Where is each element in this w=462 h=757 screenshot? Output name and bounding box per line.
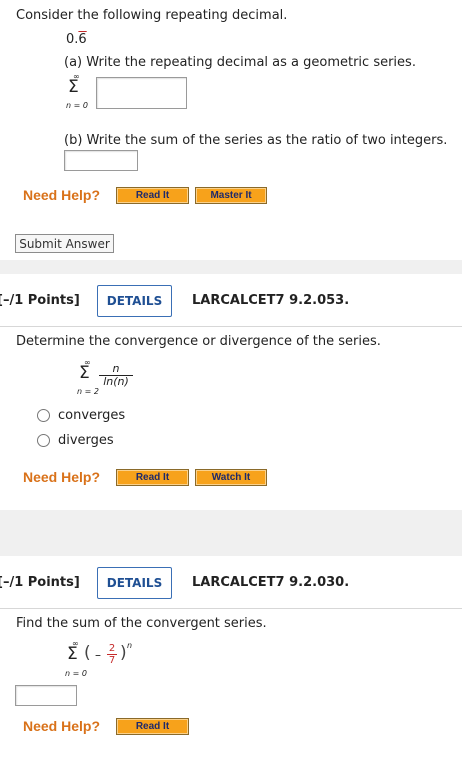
q1-part-a-label: (a) Write the repeating decimal as a geo… (64, 55, 416, 70)
decimal-whole: 0. (66, 32, 79, 47)
q1-part-b-label: (b) Write the sum of the series as the r… (64, 133, 448, 148)
q3-read-it-button[interactable]: Read It (116, 718, 189, 735)
q3-minus-sign: – (95, 648, 101, 662)
q1-read-it-button[interactable]: Read It (116, 187, 189, 204)
submit-answer-button[interactable]: Submit Answer (15, 234, 114, 253)
q3-sum-input[interactable] (15, 685, 77, 706)
q2-option-diverges-radio[interactable] (37, 434, 50, 447)
q3-open-paren: ( (84, 643, 91, 663)
q3-problem-code: LARCALCET7 9.2.030. (192, 575, 350, 590)
q2-prompt: Determine the convergence or divergence … (16, 334, 381, 349)
q2-denominator: ln(n) (99, 375, 133, 388)
q2-fraction: n ln(n) (99, 363, 133, 388)
q3-sum-lower: n = 0 (65, 669, 87, 678)
q1-prompt: Consider the following repeating decimal… (16, 8, 288, 23)
q2-header-divider (0, 326, 462, 327)
q3-need-help-label: Need Help? (23, 718, 101, 734)
q2-problem-code: LARCALCET7 9.2.053. (192, 293, 350, 308)
q3-exponent: n (127, 641, 133, 650)
q2-read-it-button[interactable]: Read It (116, 469, 189, 486)
q2-numerator: n (112, 362, 120, 375)
q3-close-paren: ) (120, 643, 127, 663)
q3-points: [–/1 Points] (0, 575, 80, 590)
q2-points: [–/1 Points] (0, 293, 80, 308)
q2-sum-lower: n = 2 (77, 387, 99, 396)
q3-details-button[interactable]: DETAILS (97, 567, 172, 599)
q2-need-help-label: Need Help? (23, 469, 101, 485)
q1-sum-lower: n = 0 (66, 101, 88, 110)
q1-series-input[interactable] (96, 77, 187, 109)
q2-option-converges-label[interactable]: converges (58, 408, 125, 423)
q2-option-diverges-label[interactable]: diverges (58, 433, 114, 448)
q1-ratio-input[interactable] (64, 150, 138, 171)
repeating-decimal: 0.6 (66, 32, 87, 47)
q3-frac-numerator: 2 (108, 643, 116, 654)
decimal-repeat-digit: 6 (78, 32, 87, 47)
q1-need-help-label: Need Help? (23, 187, 101, 203)
q2-details-button[interactable]: DETAILS (97, 285, 172, 317)
q3-header-divider (0, 608, 462, 609)
q2-watch-it-button[interactable]: Watch It (195, 469, 267, 486)
q3-prompt: Find the sum of the convergent series. (16, 616, 267, 631)
q1-sigma-icon: Σ (68, 77, 79, 97)
q2-option-converges-radio[interactable] (37, 409, 50, 422)
q3-frac-denominator: 7 (107, 654, 117, 666)
q1-master-it-button[interactable]: Master It (195, 187, 267, 204)
q3-fraction: 2 7 (107, 643, 117, 666)
q2-sigma-icon: Σ (79, 363, 90, 383)
q3-sigma-icon: Σ (67, 644, 78, 664)
